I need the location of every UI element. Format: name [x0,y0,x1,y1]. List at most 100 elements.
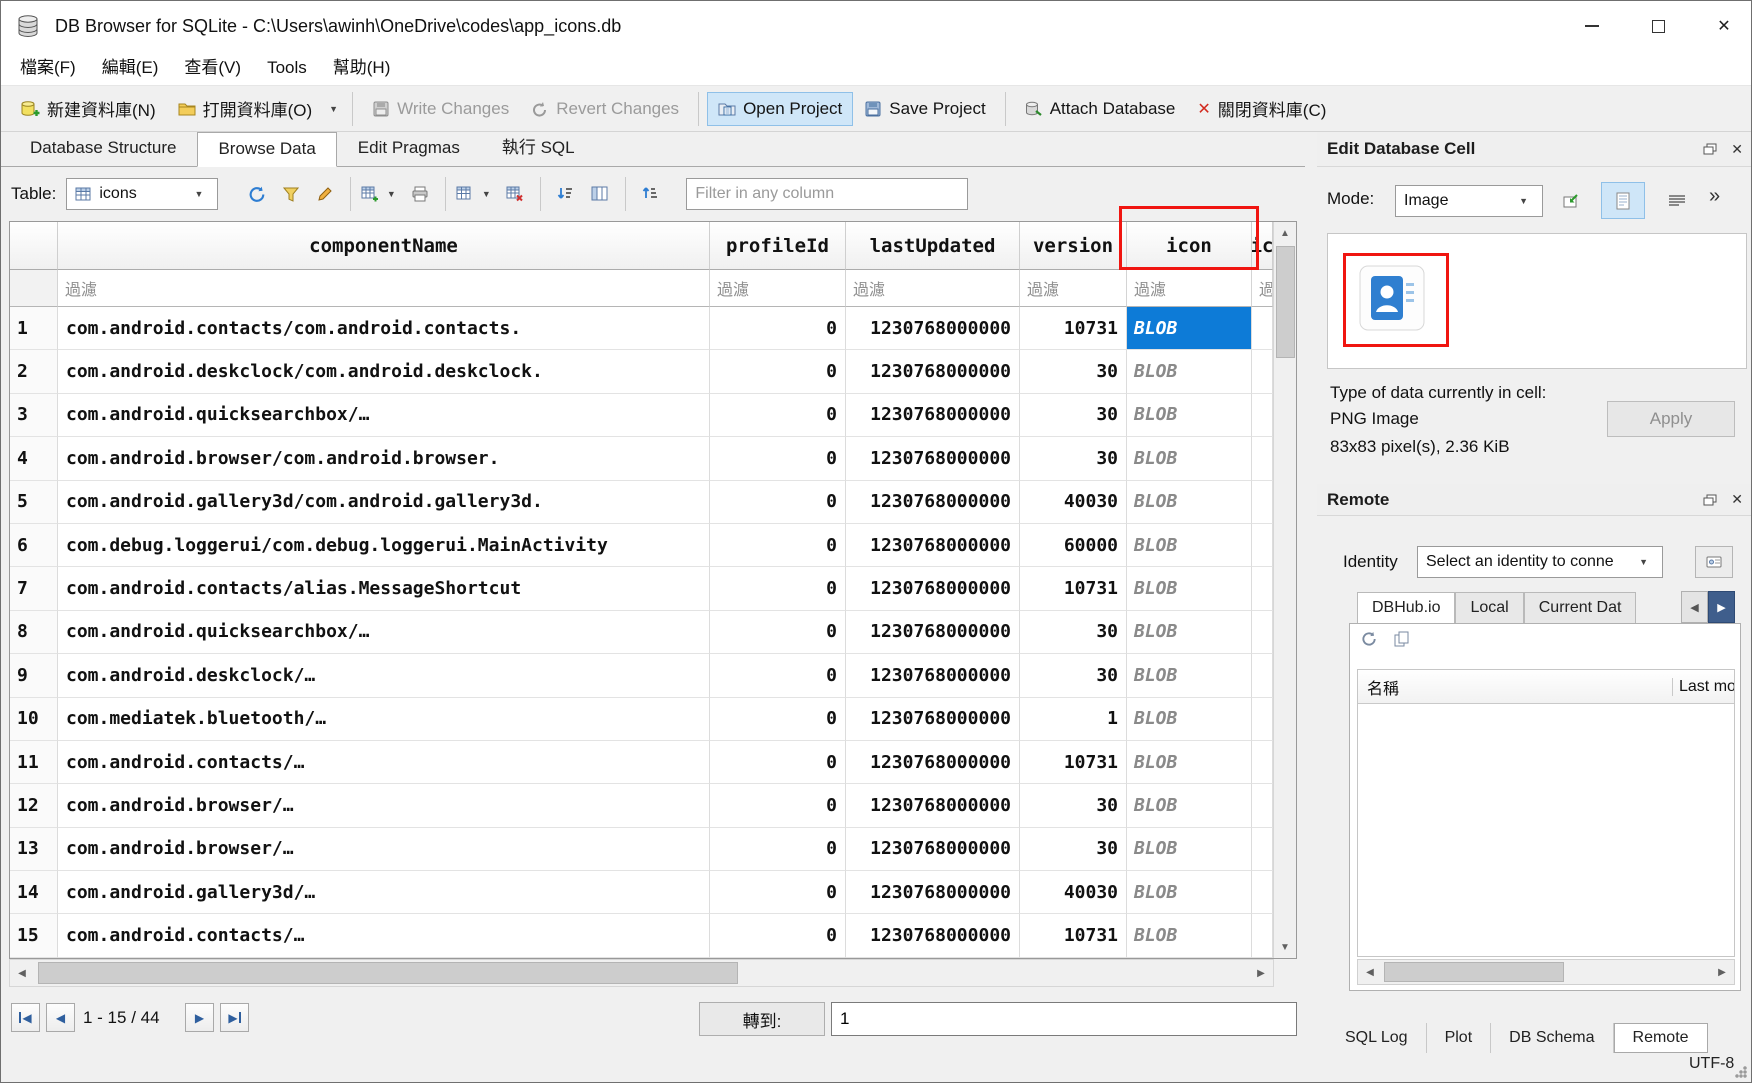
cell-icon-blob[interactable]: BLOB [1127,698,1252,741]
scroll-left-icon[interactable]: ◀ [1358,960,1382,984]
first-page-button[interactable]: ◀ [11,1003,40,1032]
cell-extra[interactable] [1252,914,1273,957]
filter-cell[interactable]: 過濾 [58,270,710,307]
row-number[interactable]: 15 [10,914,58,957]
dock-tab[interactable]: SQL Log [1327,1023,1427,1053]
filter-cell[interactable]: 過濾 [1020,270,1127,307]
row-number[interactable]: 9 [10,654,58,697]
cell-icon-blob[interactable]: BLOB [1127,784,1252,827]
menu-item[interactable]: 查看(V) [171,51,254,85]
row-number[interactable]: 6 [10,524,58,567]
save-project-button[interactable]: Save Project [853,92,996,126]
close-database-button[interactable]: ✕ 關閉資料庫(C) [1186,89,1337,128]
row-number[interactable]: 8 [10,611,58,654]
identity-select[interactable]: Select an identity to conne ▼ [1417,546,1663,578]
clone-database-icon[interactable] [1394,631,1410,647]
row-number[interactable]: 10 [10,698,58,741]
cell-extra[interactable] [1252,871,1273,914]
cell-lastUpdated[interactable]: 1230768000000 [846,871,1020,914]
cell-profileId[interactable]: 0 [710,698,846,741]
column-header[interactable]: version [1020,222,1127,270]
open-database-dropdown[interactable]: ▼ [323,104,344,114]
remote-horizontal-scrollbar[interactable]: ◀ ▶ [1357,959,1735,985]
cell-version[interactable]: 30 [1020,350,1127,393]
menu-item[interactable]: Tools [254,51,320,85]
menu-item[interactable]: 編輯(E) [89,51,172,85]
filter-cell[interactable]: 過濾 [710,270,846,307]
cell-version[interactable]: 30 [1020,784,1127,827]
cell-profileId[interactable]: 0 [710,828,846,871]
cell-version[interactable]: 30 [1020,394,1127,437]
close-button[interactable]: ✕ [1695,1,1752,51]
filter-cell[interactable]: 過濾 [1127,270,1252,307]
dock-tab[interactable]: DB Schema [1491,1023,1613,1053]
goto-record-input[interactable] [831,1002,1297,1036]
cell-profileId[interactable]: 0 [710,481,846,524]
row-number[interactable]: 12 [10,784,58,827]
panel-close-icon[interactable]: ✕ [1731,491,1743,508]
print-button[interactable] [403,177,437,211]
cell-profileId[interactable]: 0 [710,350,846,393]
dock-tab[interactable]: Plot [1427,1023,1492,1053]
cell-componentName[interactable]: com.android.browser/… [58,784,710,827]
main-tab[interactable]: 執行 SQL [481,126,596,166]
column-header[interactable]: componentName [58,222,710,270]
cell-componentName[interactable]: com.android.contacts/… [58,914,710,957]
cell-componentName[interactable]: com.android.contacts/com.android.contact… [58,307,710,350]
cell-profileId[interactable]: 0 [710,307,846,350]
cell-componentName[interactable]: com.android.deskclock/com.android.deskcl… [58,350,710,393]
cell-extra[interactable] [1252,481,1273,524]
undock-icon[interactable] [1703,494,1717,506]
main-tab[interactable]: Database Structure [9,131,197,166]
attach-database-button[interactable]: Attach Database [1014,92,1187,126]
cell-lastUpdated[interactable]: 1230768000000 [846,784,1020,827]
menu-item[interactable]: 幫助(H) [320,51,404,85]
column-header[interactable]: lastUpdated [846,222,1020,270]
sort-descending-button[interactable] [634,177,668,211]
row-number[interactable]: 11 [10,741,58,784]
cell-version[interactable]: 40030 [1020,481,1127,524]
duplicate-record-button[interactable]: ▼ [454,177,498,211]
next-page-button[interactable]: ▶ [185,1003,214,1032]
panel-close-icon[interactable]: ✕ [1731,141,1743,158]
filter-cell[interactable]: 過濾 [1252,270,1273,307]
row-number[interactable]: 5 [10,481,58,524]
row-number[interactable]: 2 [10,350,58,393]
vertical-scroll-thumb[interactable] [1276,246,1295,358]
resize-grip-icon[interactable] [1735,1066,1747,1078]
cell-lastUpdated[interactable]: 1230768000000 [846,741,1020,784]
import-data-button[interactable] [1553,185,1589,217]
row-number[interactable]: 7 [10,567,58,610]
cell-lastUpdated[interactable]: 1230768000000 [846,654,1020,697]
cell-profileId[interactable]: 0 [710,611,846,654]
vertical-scrollbar[interactable]: ▲ ▼ [1273,222,1296,958]
cell-version[interactable]: 30 [1020,437,1127,480]
cell-icon-blob[interactable]: BLOB [1127,394,1252,437]
scroll-up-icon[interactable]: ▲ [1274,222,1296,244]
cell-version[interactable]: 30 [1020,654,1127,697]
cell-extra[interactable] [1252,524,1273,567]
cell-extra[interactable] [1252,828,1273,871]
cell-icon-blob[interactable]: BLOB [1127,567,1252,610]
scroll-right-icon[interactable]: ▶ [1710,960,1734,984]
sort-ascending-button[interactable] [549,177,583,211]
minimize-button[interactable] [1563,1,1621,51]
menu-item[interactable]: 檔案(F) [7,51,89,85]
cell-componentName[interactable]: com.android.deskclock/… [58,654,710,697]
cell-icon-blob[interactable]: BLOB [1127,481,1252,524]
cell-lastUpdated[interactable]: 1230768000000 [846,698,1020,741]
cell-version[interactable]: 1 [1020,698,1127,741]
cell-version[interactable]: 10731 [1020,307,1127,350]
last-modified-column-header[interactable]: Last mo [1672,678,1734,696]
apply-button[interactable]: Apply [1607,401,1735,437]
cell-icon-blob[interactable]: BLOB [1127,871,1252,914]
cell-lastUpdated[interactable]: 1230768000000 [846,567,1020,610]
cell-profileId[interactable]: 0 [710,654,846,697]
horizontal-scroll-thumb[interactable] [38,962,738,984]
refresh-table-button[interactable] [240,177,274,211]
remote-tab[interactable]: Current Dat [1524,592,1637,624]
cell-lastUpdated[interactable]: 1230768000000 [846,524,1020,567]
remote-tab[interactable]: DBHub.io [1357,592,1455,624]
cell-lastUpdated[interactable]: 1230768000000 [846,481,1020,524]
row-number[interactable]: 3 [10,394,58,437]
